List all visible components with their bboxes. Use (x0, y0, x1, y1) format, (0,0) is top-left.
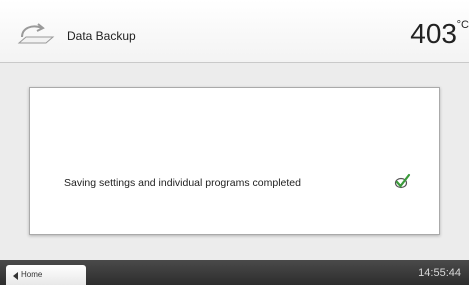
header-bar: Data Backup 403 °C (0, 0, 469, 63)
page-title: Data Backup (67, 29, 136, 43)
home-label: Home (21, 270, 43, 279)
temperature-unit: °C (456, 19, 469, 31)
message-panel: Saving settings and individual programs … (29, 87, 440, 235)
home-button[interactable]: Home (6, 265, 86, 285)
clock: 14:55:44 (418, 267, 461, 279)
backup-icon (17, 23, 55, 44)
checkmark-icon (394, 173, 411, 189)
left-arrow-icon (13, 272, 18, 280)
status-message: Saving settings and individual programs … (64, 177, 301, 189)
temperature-readout: 403 (410, 18, 457, 49)
footer-bar: Home 14:55:44 (0, 260, 469, 285)
main-area: Saving settings and individual programs … (0, 63, 469, 260)
